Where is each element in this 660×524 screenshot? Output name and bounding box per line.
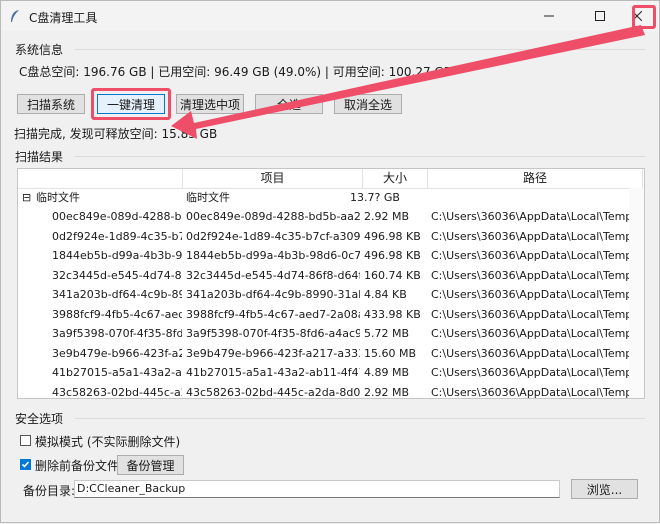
- app-window: C盘清理工具 系统信息 C盘总空间: 196.76 GB | 已用空间: 96.…: [0, 0, 660, 523]
- annotation-arrow: [171, 25, 645, 139]
